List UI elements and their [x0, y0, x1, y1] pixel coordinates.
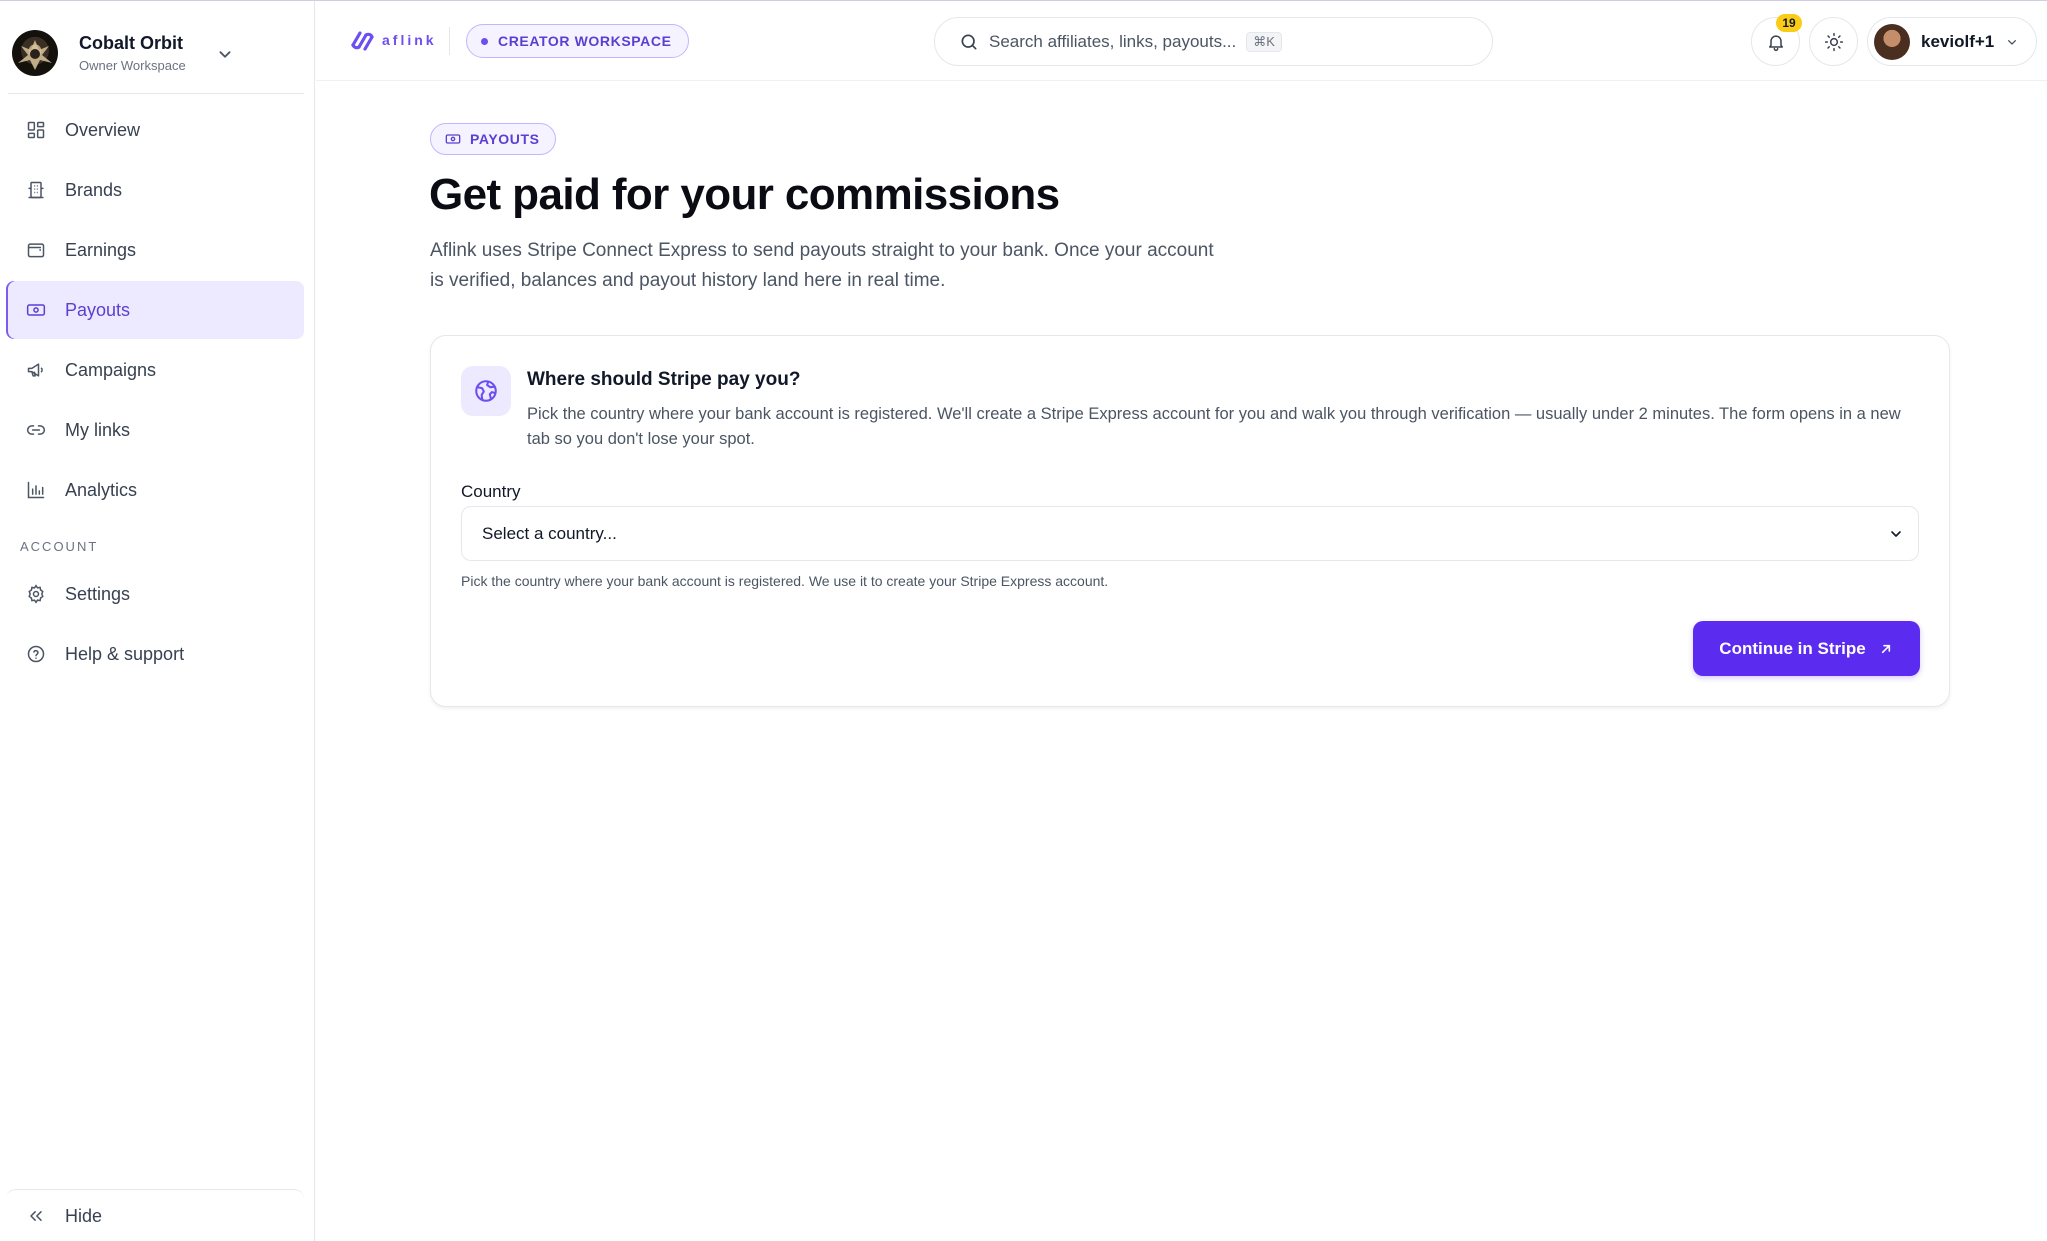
- chevrons-left-icon: [30, 1211, 42, 1221]
- workspace-switcher[interactable]: Cobalt Orbit Owner Workspace: [12, 19, 308, 87]
- sidebar-item-campaigns[interactable]: Campaigns: [6, 341, 304, 399]
- country-help-text: Pick the country where your bank account…: [461, 573, 1109, 589]
- link-icon: [26, 425, 46, 435]
- sidebar-item-label: Help & support: [65, 643, 185, 664]
- globe-icon: [475, 380, 497, 402]
- sun-icon: [1824, 32, 1843, 51]
- sidebar-item-brands[interactable]: Brands: [6, 161, 304, 219]
- sidebar-item-payouts[interactable]: Payouts: [6, 281, 304, 339]
- notifications-button[interactable]: 19: [1751, 14, 1802, 66]
- sidebar-item-settings[interactable]: Settings: [6, 565, 304, 623]
- nav-section-label: ACCOUNT: [20, 539, 99, 554]
- workspace-role: Owner Workspace: [79, 58, 186, 73]
- bar-chart-icon: [27, 481, 45, 499]
- bell-icon: [1768, 34, 1783, 51]
- status-dot: [481, 37, 488, 45]
- logo-text: aflink: [382, 32, 437, 48]
- globe-icon-wrapper: [461, 366, 511, 416]
- theme-toggle-button[interactable]: [1809, 17, 1858, 66]
- card-description: Pick the country where your bank account…: [527, 405, 1901, 448]
- sidebar-item-label: My links: [65, 419, 131, 440]
- aflink-logo-icon: [351, 31, 374, 51]
- workspace-pill[interactable]: CREATOR WORKSPACE: [466, 24, 689, 58]
- hide-label: Hide: [65, 1205, 103, 1226]
- sidebar: Cobalt Orbit Owner Workspace Overview Br…: [0, 1, 315, 1241]
- sidebar-item-help[interactable]: Help & support: [6, 625, 304, 683]
- arrow-up-right-icon: [1881, 644, 1890, 653]
- divider: [449, 27, 450, 55]
- workspace-pill-label: CREATOR WORKSPACE: [498, 33, 672, 49]
- chevron-down-icon: [1891, 531, 1901, 537]
- search-placeholder: Search affiliates, links, payouts...: [989, 31, 1237, 51]
- workspace-name: Cobalt Orbit: [79, 33, 183, 53]
- banknote-icon: [445, 134, 461, 144]
- sidebar-item-my-links[interactable]: My links: [6, 401, 304, 459]
- search-icon: [961, 34, 977, 50]
- sidebar-item-analytics[interactable]: Analytics: [6, 461, 304, 519]
- cta-label: Continue in Stripe: [1719, 638, 1866, 658]
- sidebar-item-overview[interactable]: Overview: [6, 101, 304, 159]
- top-bar: aflink CREATOR WORKSPACE Search affiliat…: [316, 1, 2047, 81]
- divider: [8, 93, 304, 94]
- page-title: Get paid for your commissions: [429, 170, 1060, 219]
- sidebar-item-earnings[interactable]: Earnings: [6, 221, 304, 279]
- hide-sidebar-button[interactable]: Hide: [6, 1189, 304, 1241]
- grid-icon: [27, 121, 45, 139]
- search-shortcut: ⌘K: [1246, 31, 1282, 52]
- sidebar-nav: Overview Brands Earnings Payouts Campaig…: [6, 101, 304, 521]
- megaphone-icon: [27, 363, 43, 377]
- wallet-icon: [27, 243, 45, 258]
- search-input[interactable]: Search affiliates, links, payouts... ⌘K: [934, 17, 1493, 66]
- country-label: Country: [461, 482, 521, 501]
- help-circle-icon: [27, 645, 45, 663]
- chevron-down-icon: [2008, 39, 2017, 45]
- card-title: Where should Stripe pay you?: [527, 369, 801, 390]
- sidebar-item-label: Settings: [65, 583, 131, 604]
- page-badge: PAYOUTS: [430, 123, 556, 155]
- sidebar-item-label: Payouts: [65, 299, 131, 320]
- workspace-avatar: [12, 30, 58, 76]
- country-select-value: Select a country...: [482, 523, 617, 543]
- building-icon: [28, 181, 44, 199]
- sidebar-item-label: Earnings: [65, 239, 137, 260]
- stripe-onboarding-card: Where should Stripe pay you? Pick the co…: [430, 335, 1950, 707]
- sidebar-item-label: Brands: [65, 179, 123, 200]
- page-badge-label: PAYOUTS: [470, 131, 540, 147]
- avatar: [1874, 23, 1910, 60]
- sidebar-item-label: Overview: [65, 119, 141, 140]
- account-nav: Settings Help & support: [6, 565, 304, 685]
- gear-icon: [28, 584, 44, 604]
- country-select[interactable]: Select a country...: [461, 506, 1919, 561]
- notification-badge: 19: [1776, 14, 1802, 32]
- continue-in-stripe-button[interactable]: Continue in Stripe: [1693, 621, 1920, 676]
- user-menu-button[interactable]: keviolf+1: [1867, 17, 2037, 66]
- sidebar-item-label: Analytics: [65, 479, 138, 500]
- logo[interactable]: aflink: [348, 27, 437, 53]
- chevron-down-icon: [219, 51, 231, 58]
- user-name: keviolf+1: [1921, 31, 1995, 51]
- banknote-icon: [26, 304, 46, 316]
- sidebar-item-label: Campaigns: [65, 359, 157, 380]
- page-description: Aflink uses Stripe Connect Express to se…: [430, 240, 1214, 291]
